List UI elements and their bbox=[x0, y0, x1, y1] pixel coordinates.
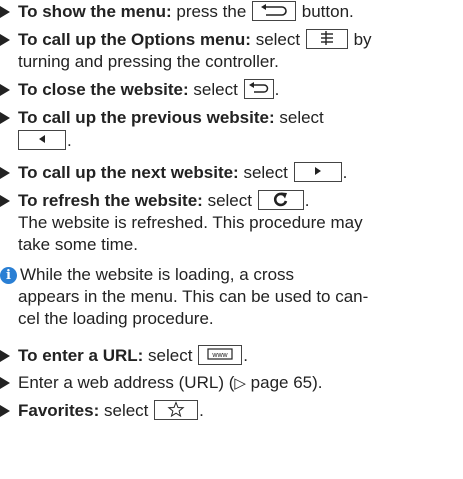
item-text: by bbox=[353, 30, 372, 49]
arrow-bullet-icon bbox=[0, 112, 10, 124]
item-title: To call up the next website: bbox=[18, 163, 239, 182]
arrow-bullet-icon bbox=[0, 34, 10, 46]
page-reference-icon: ▷ bbox=[234, 375, 246, 392]
arrow-bullet-icon bbox=[0, 167, 10, 179]
www-icon: www bbox=[207, 348, 233, 360]
url-button[interactable]: www bbox=[198, 345, 243, 365]
item-title: To enter a URL: bbox=[18, 346, 144, 365]
note-line-1: While the website is loading, a cross bbox=[20, 265, 295, 284]
item-text: ). bbox=[312, 373, 323, 392]
info-icon: i bbox=[0, 267, 17, 284]
options-button[interactable] bbox=[305, 29, 348, 49]
options-list-icon bbox=[320, 31, 333, 45]
next-button[interactable] bbox=[293, 162, 342, 182]
item-text: Enter a web address (URL) ( bbox=[18, 373, 235, 392]
item-title: To show the menu: bbox=[18, 2, 172, 21]
item-text: button. bbox=[301, 2, 354, 21]
item-text: select bbox=[279, 108, 324, 127]
close-back-icon bbox=[248, 82, 268, 93]
item-text: select bbox=[148, 346, 193, 365]
refresh-icon bbox=[273, 192, 287, 207]
item-enter-url: To enter a URL: select www . bbox=[0, 345, 248, 367]
item-title: To close the website: bbox=[18, 80, 189, 99]
item-close-website: To close the website: select . bbox=[0, 79, 279, 101]
item-text: select bbox=[243, 163, 288, 182]
item-text: select bbox=[207, 191, 252, 210]
refresh-button[interactable] bbox=[257, 190, 304, 210]
item-title: To call up the Options menu: bbox=[18, 30, 251, 49]
back-arrow-icon bbox=[261, 4, 287, 16]
item-text: select bbox=[193, 80, 238, 99]
star-icon bbox=[167, 401, 185, 417]
arrow-bullet-icon bbox=[0, 195, 10, 207]
item-text: select bbox=[255, 30, 301, 49]
item-next-website: To call up the next website: select . bbox=[0, 162, 347, 184]
close-button[interactable] bbox=[243, 79, 274, 99]
item-web-address: Enter a web address (URL) (▷ page 65). bbox=[0, 372, 323, 395]
item-previous-website: To call up the previous website: select bbox=[0, 107, 324, 129]
arrow-bullet-icon bbox=[0, 350, 10, 362]
arrow-bullet-icon bbox=[0, 6, 10, 18]
item-previous-website-cont: . bbox=[18, 130, 72, 152]
info-note: i While the website is loading, a cross bbox=[0, 264, 294, 286]
item-text: . bbox=[342, 163, 348, 182]
back-button[interactable] bbox=[252, 1, 297, 21]
item-title: To refresh the website: bbox=[18, 191, 203, 210]
arrow-bullet-icon bbox=[0, 377, 10, 389]
item-text: . bbox=[304, 191, 310, 210]
item-options-menu: To call up the Options menu: select by bbox=[0, 29, 372, 51]
item-text: . bbox=[274, 80, 280, 99]
page-reference-link[interactable]: page 65 bbox=[251, 373, 312, 392]
item-title: To call up the previous website: bbox=[18, 108, 275, 127]
item-text: press the bbox=[176, 2, 247, 21]
item-show-menu: To show the menu: press the button. bbox=[0, 1, 354, 23]
item-text: . bbox=[67, 131, 72, 150]
triangle-right-icon bbox=[314, 167, 321, 175]
arrow-bullet-icon bbox=[0, 405, 10, 417]
previous-button[interactable] bbox=[18, 130, 66, 150]
arrow-bullet-icon bbox=[0, 84, 10, 96]
item-title: Favorites: bbox=[18, 401, 100, 420]
item-refresh-cont-1: The website is refreshed. This procedure… bbox=[18, 213, 363, 232]
item-refresh-cont-2: take some time. bbox=[18, 235, 138, 254]
note-line-2: appears in the menu. This can be used to… bbox=[18, 287, 369, 306]
item-text: select bbox=[103, 401, 149, 420]
manual-page: To show the menu: press the button. To c… bbox=[0, 0, 463, 479]
favorites-button[interactable] bbox=[154, 400, 199, 420]
item-text: . bbox=[199, 401, 204, 420]
note-line-3: cel the loading procedure. bbox=[18, 309, 214, 328]
item-text: . bbox=[243, 346, 248, 365]
item-refresh-website: To refresh the website: select . bbox=[0, 190, 309, 212]
triangle-left-icon bbox=[39, 135, 45, 143]
item-favorites: Favorites: select . bbox=[0, 400, 204, 422]
www-label: www bbox=[212, 352, 229, 359]
item-options-cont: turning and pressing the controller. bbox=[18, 52, 279, 71]
